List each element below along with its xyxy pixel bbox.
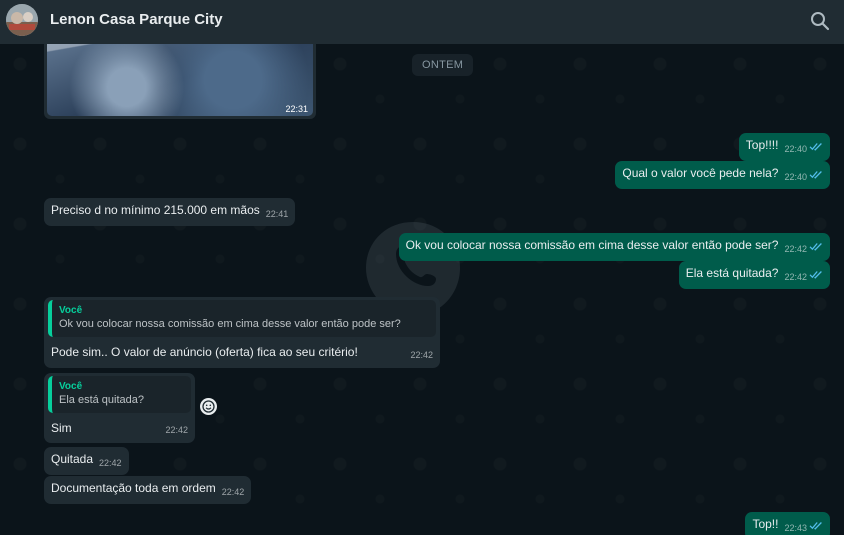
search-icon[interactable] (810, 11, 830, 31)
quote-text: Ela está quitada? (59, 394, 145, 406)
message-list[interactable]: 22:31 ONTEM Top!!!! 22:40 Qual o valor vo… (0, 44, 844, 535)
message-time: 22:42 (784, 272, 807, 282)
date-separator: ONTEM (412, 54, 474, 76)
outgoing-message[interactable]: Top!! 22:43 (745, 512, 830, 535)
message-time: 22:42 (165, 425, 188, 435)
image-message[interactable]: 22:31 (44, 44, 316, 119)
quote-author: Você (59, 381, 83, 392)
message-text: Ela está quitada? (685, 266, 779, 280)
outgoing-message[interactable]: Ok vou colocar nossa comissão em cima de… (398, 233, 830, 261)
message-time: 22:31 (285, 104, 308, 114)
message-time: 22:42 (784, 244, 807, 254)
incoming-message[interactable]: Quitada 22:42 (44, 447, 129, 475)
message-text: Pode sim.. O valor de anúncio (oferta) f… (51, 345, 358, 359)
double-check-icon (809, 267, 823, 283)
avatar[interactable] (6, 4, 38, 36)
message-text: Top!!!! (745, 138, 779, 152)
double-check-icon (809, 139, 823, 155)
chat-header: Lenon Casa Parque City (0, 0, 844, 44)
message-time: 22:42 (221, 487, 245, 497)
quoted-message[interactable]: Você Ok vou colocar nossa comissão em ci… (48, 300, 436, 337)
message-time: 22:42 (99, 458, 122, 468)
incoming-reply-message[interactable]: Você Ela está quitada? Sim 22:42 (44, 373, 195, 443)
message-text: Quitada (51, 452, 94, 466)
photo-thumbnail[interactable] (47, 44, 313, 116)
quote-text: Ok vou colocar nossa comissão em cima de… (59, 318, 401, 330)
outgoing-message[interactable]: Ela está quitada? 22:42 (678, 261, 830, 289)
message-text: Ok vou colocar nossa comissão em cima de… (405, 238, 779, 252)
outgoing-message[interactable]: Top!!!! 22:40 (738, 133, 830, 161)
message-time: 22:40 (784, 172, 807, 182)
message-time: 22:43 (784, 523, 807, 533)
message-time: 22:40 (784, 144, 807, 154)
message-time: 22:42 (410, 350, 433, 360)
message-text: Documentação toda em ordem (51, 481, 216, 495)
incoming-message[interactable]: Documentação toda em ordem 22:42 (44, 476, 252, 504)
message-time: 22:41 (265, 209, 289, 219)
quoted-message[interactable]: Você Ela está quitada? (48, 376, 191, 413)
double-check-icon (809, 518, 823, 534)
contact-name[interactable]: Lenon Casa Parque City (50, 11, 223, 28)
message-text: Top!! (752, 517, 779, 531)
double-check-icon (809, 239, 823, 255)
incoming-reply-message[interactable]: Você Ok vou colocar nossa comissão em ci… (44, 297, 440, 368)
message-text: Preciso d no mínimo 215.000 em mãos (51, 203, 260, 217)
message-text: Qual o valor você pede nela? (622, 166, 779, 180)
emoji-reaction-icon[interactable] (200, 398, 217, 415)
outgoing-message[interactable]: Qual o valor você pede nela? 22:40 (615, 161, 830, 189)
quote-author: Você (59, 305, 83, 316)
double-check-icon (809, 167, 823, 183)
incoming-message[interactable]: Preciso d no mínimo 215.000 em mãos 22:41 (44, 198, 296, 226)
